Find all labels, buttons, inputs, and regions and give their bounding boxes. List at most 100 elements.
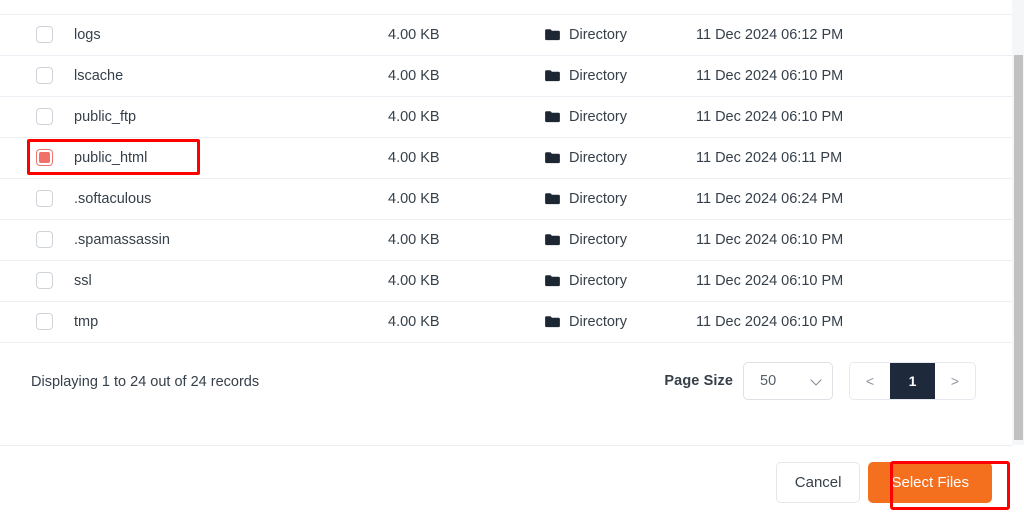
file-size-cell: 4.00 KB <box>380 178 530 219</box>
row-checkbox[interactable] <box>36 67 53 84</box>
table-row[interactable] <box>0 0 1012 14</box>
table-row[interactable]: logs 4.00 KB Directory 11 Dec 2024 06:12 PM <box>0 14 1012 55</box>
file-size-text: 4.00 KB <box>388 190 440 207</box>
table-row[interactable]: tmp 4.00 KB Directory 11 Dec 2024 06:10 PM <box>0 301 1012 342</box>
file-date-cell: 11 Dec 2024 06:10 PM <box>684 301 1012 342</box>
row-checkbox[interactable] <box>36 26 53 43</box>
file-name-cell[interactable]: .softaculous <box>72 178 380 219</box>
file-type-cell <box>530 0 684 14</box>
file-type-text: Directory <box>569 108 628 125</box>
file-type-wrapper: Directory <box>530 27 684 43</box>
file-date-cell: 11 Dec 2024 06:24 PM <box>684 178 1012 219</box>
file-type-text: Directory <box>569 67 628 84</box>
file-size-text: 4.00 KB <box>388 26 440 43</box>
file-type-wrapper: Directory <box>530 150 684 166</box>
file-name-cell[interactable]: public_ftp <box>72 96 380 137</box>
file-size-text: 4.00 KB <box>388 149 440 166</box>
row-checkbox-wrapper <box>0 149 72 166</box>
table-row[interactable]: .spamassassin 4.00 KB Directory 11 Dec 2024… <box>0 219 1012 260</box>
row-checkbox-cell <box>0 55 72 96</box>
file-name-cell[interactable]: logs <box>72 14 380 55</box>
file-size-cell: 4.00 KB <box>380 55 530 96</box>
file-name-text: tmp <box>74 313 99 330</box>
pagination-controls: Page Size 50 < 1 > <box>664 362 976 400</box>
file-name-cell[interactable]: tmp <box>72 301 380 342</box>
folder-icon <box>545 151 560 164</box>
file-name-text: .softaculous <box>74 190 152 207</box>
file-type-cell: Directory <box>530 55 684 96</box>
file-name-cell[interactable]: lscache <box>72 55 380 96</box>
file-type-cell: Directory <box>530 301 684 342</box>
select-files-button[interactable]: Select Files <box>868 462 992 503</box>
table-row[interactable]: public_ftp 4.00 KB Directory 11 Dec 2024 06… <box>0 96 1012 137</box>
vertical-scrollbar[interactable] <box>1012 0 1024 445</box>
file-list-area: logs 4.00 KB Directory 11 Dec 2024 06:12 PM… <box>0 0 1012 445</box>
file-type-text: Directory <box>569 272 628 289</box>
file-type-cell: Directory <box>530 96 684 137</box>
file-date-text: 11 Dec 2024 06:10 PM <box>696 67 844 84</box>
file-type-text: Directory <box>569 313 628 330</box>
file-type-text: Directory <box>569 149 628 166</box>
file-size-cell: 4.00 KB <box>380 14 530 55</box>
next-page-button[interactable]: > <box>935 363 975 399</box>
file-type-cell: Directory <box>530 137 684 178</box>
table-row[interactable]: public_html 4.00 KB Directory 11 Dec 2024 0… <box>0 137 1012 178</box>
file-name-cell[interactable]: .spamassassin <box>72 219 380 260</box>
file-picker-modal: logs 4.00 KB Directory 11 Dec 2024 06:12 PM… <box>0 0 1024 519</box>
row-checkbox[interactable] <box>36 313 53 330</box>
file-name-text: public_html <box>74 149 148 166</box>
file-name-cell[interactable]: public_html <box>72 137 380 178</box>
row-checkbox-cell <box>0 301 72 342</box>
file-size-cell: 4.00 KB <box>380 260 530 301</box>
row-checkbox[interactable] <box>36 108 53 125</box>
table-row[interactable]: .softaculous 4.00 KB Directory 11 Dec 2024 … <box>0 178 1012 219</box>
row-checkbox-cell <box>0 96 72 137</box>
row-checkbox-wrapper <box>0 231 72 248</box>
page-number-button-1[interactable]: 1 <box>890 363 935 399</box>
row-checkbox-wrapper <box>0 108 72 125</box>
folder-icon <box>545 110 560 123</box>
file-date-text: 11 Dec 2024 06:24 PM <box>696 190 844 207</box>
file-name-text: logs <box>74 26 101 43</box>
file-date-cell: 11 Dec 2024 06:11 PM <box>684 137 1012 178</box>
file-date-text: 11 Dec 2024 06:12 PM <box>696 26 844 43</box>
file-size-cell: 4.00 KB <box>380 219 530 260</box>
row-checkbox-wrapper <box>0 67 72 84</box>
table-row[interactable]: lscache 4.00 KB Directory 11 Dec 2024 06:10… <box>0 55 1012 96</box>
file-name-text: ssl <box>74 272 92 289</box>
file-size-cell <box>380 0 530 14</box>
folder-icon <box>545 315 560 328</box>
file-type-wrapper: Directory <box>530 232 684 248</box>
row-checkbox-cell <box>0 14 72 55</box>
folder-icon <box>545 192 560 205</box>
file-date-cell: 11 Dec 2024 06:10 PM <box>684 219 1012 260</box>
file-size-text: 4.00 KB <box>388 108 440 125</box>
table-row[interactable]: ssl 4.00 KB Directory 11 Dec 2024 06:10 PM <box>0 260 1012 301</box>
file-type-text: Directory <box>569 26 628 43</box>
folder-icon <box>545 69 560 82</box>
file-date-cell: 11 Dec 2024 06:10 PM <box>684 260 1012 301</box>
file-type-cell: Directory <box>530 14 684 55</box>
row-checkbox[interactable] <box>36 190 53 207</box>
row-checkbox-wrapper <box>0 313 72 330</box>
file-date-text: 11 Dec 2024 06:10 PM <box>696 272 844 289</box>
row-checkbox-wrapper <box>0 190 72 207</box>
cancel-button[interactable]: Cancel <box>775 462 861 503</box>
row-checkbox-wrapper <box>0 26 72 43</box>
page-size-select[interactable]: 50 <box>743 362 833 400</box>
file-size-cell: 4.00 KB <box>380 301 530 342</box>
file-date-text: 11 Dec 2024 06:10 PM <box>696 313 844 330</box>
row-checkbox[interactable] <box>36 272 53 289</box>
file-name-cell[interactable]: ssl <box>72 260 380 301</box>
row-checkbox[interactable] <box>36 231 53 248</box>
file-date-text: 11 Dec 2024 06:10 PM <box>696 231 844 248</box>
file-size-text: 4.00 KB <box>388 231 440 248</box>
file-name-cell[interactable] <box>72 0 380 14</box>
file-size-text: 4.00 KB <box>388 272 440 289</box>
scrollbar-thumb[interactable] <box>1014 55 1023 440</box>
row-checkbox[interactable] <box>36 149 53 166</box>
file-table: logs 4.00 KB Directory 11 Dec 2024 06:12 PM… <box>0 0 1012 343</box>
folder-icon <box>545 233 560 246</box>
folder-icon <box>545 274 560 287</box>
prev-page-button[interactable]: < <box>850 363 890 399</box>
